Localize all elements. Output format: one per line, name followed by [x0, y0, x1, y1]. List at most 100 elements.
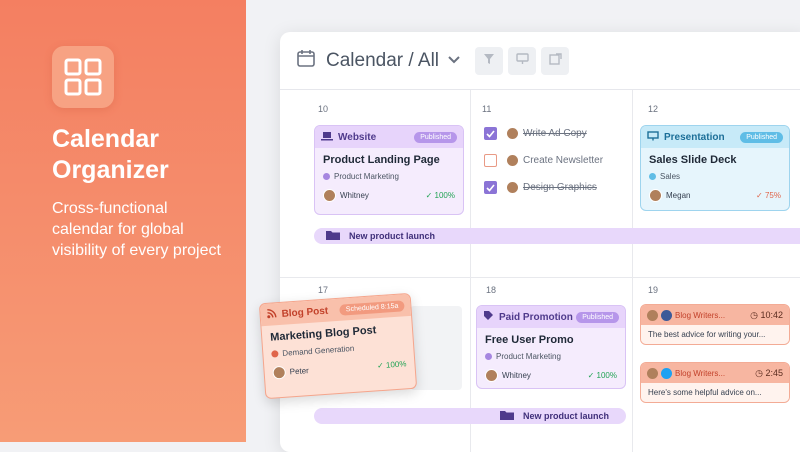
- avatar: [506, 154, 519, 167]
- rss-icon: [266, 308, 277, 322]
- status-badge: Scheduled 8:15a: [339, 299, 405, 316]
- launch-label: New product launch: [523, 411, 610, 421]
- avatar: [272, 365, 287, 380]
- day-number: 11: [482, 104, 492, 114]
- task-item[interactable]: Create Newsletter: [484, 154, 603, 167]
- status-badge: Published: [414, 131, 457, 143]
- folder-icon: [500, 410, 514, 422]
- day-number: 19: [648, 285, 659, 295]
- post-time: ◷ 10:42: [750, 309, 783, 320]
- post-time: ◷ 2:45: [755, 367, 783, 378]
- toolbar: Calendar / All: [280, 32, 800, 90]
- paid-promotion-card[interactable]: Paid Promotion Published Free User Promo…: [476, 305, 626, 389]
- monitor-button[interactable]: [508, 46, 537, 75]
- avatar: [649, 189, 662, 202]
- promo-panel: Calendar Organizer Cross-functional cale…: [0, 0, 246, 442]
- day-number: 18: [486, 285, 497, 295]
- website-card[interactable]: Website Published Product Landing Page P…: [314, 125, 464, 215]
- post-text: Here's some helpful advice on...: [641, 383, 789, 402]
- tag-label: Product Marketing: [334, 172, 399, 181]
- avatar: [323, 189, 336, 202]
- status-badge: Published: [576, 311, 619, 323]
- owner-name: Whitney: [340, 191, 369, 200]
- day-number: 10: [318, 104, 329, 114]
- time-text: 2:45: [765, 367, 783, 378]
- export-icon: [548, 52, 562, 70]
- avatar: [506, 181, 519, 194]
- calendar-icon: [296, 48, 316, 73]
- presentation-card[interactable]: Presentation Published Sales Slide Deck …: [640, 125, 790, 211]
- avatar: [506, 127, 519, 140]
- filter-icon: [483, 52, 495, 70]
- time-text: 10:42: [760, 309, 783, 320]
- status-badge: Published: [740, 131, 783, 143]
- avatar: [485, 369, 498, 382]
- grid-line: [280, 277, 800, 278]
- card-category: Paid Promotion: [499, 311, 573, 323]
- account-name: Blog Writers...: [675, 310, 726, 320]
- filter-button[interactable]: [475, 46, 504, 75]
- card-category: Blog Post: [281, 305, 329, 320]
- progress-text: 75%: [764, 191, 781, 200]
- owner-name: Whitney: [502, 371, 531, 380]
- day-number: 17: [318, 285, 329, 295]
- day-number: 12: [648, 104, 659, 114]
- launch-label: New product launch: [349, 231, 436, 241]
- monitor-icon: [647, 130, 659, 144]
- card-tag: Sales: [649, 172, 781, 181]
- card-tag: Product Marketing: [485, 352, 617, 361]
- promo-title: Calendar Organizer: [52, 125, 169, 184]
- blog-post-card[interactable]: Blog Post Scheduled 8:15a Marketing Blog…: [258, 292, 418, 400]
- export-button[interactable]: [541, 46, 570, 75]
- checkbox[interactable]: [484, 127, 497, 140]
- launch-bar[interactable]: New product launch: [314, 408, 626, 424]
- facebook-icon: [661, 309, 672, 321]
- progress-value: ✓ 75%: [756, 191, 781, 200]
- twitter-icon: [661, 367, 672, 379]
- tag-icon: [483, 310, 494, 324]
- tag-label: Sales: [660, 172, 681, 181]
- card-header: Paid Promotion Published: [477, 306, 625, 328]
- card-tag: Product Marketing: [323, 172, 455, 181]
- tag-label: Product Marketing: [496, 352, 561, 361]
- monitor-icon: [515, 52, 529, 70]
- card-header: Presentation Published: [641, 126, 789, 148]
- empty-slot: [410, 306, 462, 390]
- progress-text: 100%: [434, 191, 455, 200]
- card-tag: Demand Generation: [271, 340, 405, 358]
- grid-line: [632, 90, 633, 452]
- grid-line: [470, 90, 471, 452]
- owner-name: Peter: [289, 366, 310, 377]
- checkbox[interactable]: [484, 154, 497, 167]
- card-title: Sales Slide Deck: [649, 154, 737, 166]
- card-title: Marketing Blog Post: [269, 324, 377, 344]
- post-text: The best advice for writing your...: [641, 325, 789, 344]
- card-title: Product Landing Page: [323, 154, 440, 166]
- task-label: Write Ad Copy: [523, 128, 587, 139]
- laptop-icon: [321, 131, 333, 144]
- promo-description: Cross-functional calendar for global vis…: [52, 200, 221, 259]
- card-category: Presentation: [664, 131, 725, 143]
- folder-icon: [326, 230, 340, 242]
- card-header: Website Published: [315, 126, 463, 148]
- owner-name: Megan: [666, 191, 691, 200]
- social-post[interactable]: Blog Writers... ◷ 10:42 The best advice …: [640, 304, 790, 345]
- launch-bar[interactable]: New product launch: [314, 228, 800, 244]
- social-post[interactable]: Blog Writers... ◷ 2:45 Here's some helpf…: [640, 362, 790, 403]
- checkbox[interactable]: [484, 181, 497, 194]
- view-title[interactable]: Calendar / All: [326, 50, 439, 72]
- chevron-down-icon[interactable]: [447, 52, 461, 70]
- progress-text: 100%: [596, 371, 617, 380]
- avatar: [647, 367, 658, 379]
- task-item[interactable]: Write Ad Copy: [484, 127, 587, 140]
- tag-label: Demand Generation: [282, 343, 355, 358]
- avatar: [647, 309, 658, 321]
- progress-value: ✓ 100%: [425, 191, 455, 200]
- card-title: Free User Promo: [485, 334, 574, 346]
- task-item[interactable]: Design Graphics: [484, 181, 597, 194]
- progress-value: ✓ 100%: [376, 359, 407, 371]
- calendar-grid-icon: [52, 46, 114, 108]
- task-label: Design Graphics: [523, 182, 597, 193]
- account-name: Blog Writers...: [675, 368, 726, 378]
- task-label: Create Newsletter: [523, 155, 604, 166]
